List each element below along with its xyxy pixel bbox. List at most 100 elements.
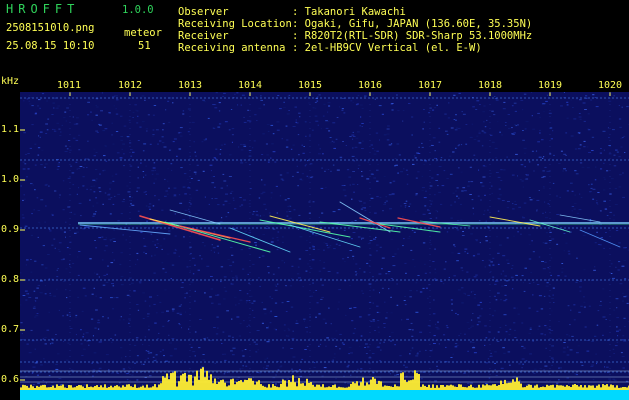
noise-speck <box>531 92 533 93</box>
noise-speck <box>579 118 582 120</box>
noise-speck <box>320 128 322 130</box>
noise-speck <box>173 187 177 189</box>
activity-bar <box>62 384 64 390</box>
activity-bar <box>330 387 332 390</box>
noise-speck <box>545 232 548 234</box>
noise-speck <box>536 199 540 201</box>
noise-speck <box>154 244 156 246</box>
noise-speck <box>404 304 407 306</box>
noise-speck <box>279 174 283 176</box>
noise-speck <box>594 266 596 268</box>
noise-speck <box>394 158 397 159</box>
noise-speck <box>457 314 459 316</box>
y-tick-0.7: 0.7 <box>1 324 20 335</box>
x-tick-1012: 1012 <box>118 80 143 91</box>
noise-speck <box>391 229 393 231</box>
activity-bar <box>244 379 246 390</box>
noise-speck <box>363 271 366 273</box>
noise-speck <box>241 360 243 361</box>
noise-speck <box>168 320 170 321</box>
noise-speck <box>577 382 579 384</box>
noise-speck <box>435 210 438 212</box>
noise-speck <box>375 250 378 252</box>
noise-speck <box>44 166 46 168</box>
noise-speck <box>497 121 499 123</box>
noise-speck <box>548 328 551 330</box>
noise-speck <box>228 129 231 131</box>
noise-speck <box>238 335 241 337</box>
noise-speck <box>26 98 29 100</box>
noise-speck <box>576 257 578 259</box>
noise-speck <box>347 364 350 366</box>
noise-speck <box>136 304 139 305</box>
noise-speck <box>31 105 34 107</box>
noise-speck <box>406 183 409 185</box>
noise-speck <box>266 365 269 367</box>
activity-bar <box>522 387 524 390</box>
noise-speck <box>579 193 581 195</box>
noise-speck <box>449 155 452 157</box>
noise-speck <box>148 329 150 331</box>
activity-bar <box>556 384 558 390</box>
noise-speck <box>415 355 419 357</box>
noise-speck <box>344 195 347 197</box>
noise-speck <box>94 327 97 329</box>
noise-speck <box>583 301 586 303</box>
noise-speck <box>190 281 194 283</box>
noise-speck <box>444 113 447 115</box>
noise-speck <box>112 285 115 287</box>
noise-speck <box>272 382 274 384</box>
noise-speck <box>454 226 456 228</box>
noise-speck <box>102 316 104 318</box>
noise-speck <box>550 274 552 276</box>
noise-speck <box>266 327 269 329</box>
noise-speck <box>38 135 40 137</box>
activity-bar <box>418 374 420 390</box>
noise-speck <box>360 368 363 370</box>
noise-speck <box>352 255 355 257</box>
noise-speck <box>356 103 359 105</box>
noise-speck <box>450 357 453 358</box>
hrofft-window: HROFFT 1.0.0 25081510l0.png meteor 25.08… <box>0 0 629 400</box>
noise-speck <box>362 207 364 208</box>
noise-speck <box>586 146 589 148</box>
noise-speck <box>368 363 371 365</box>
noise-speck <box>48 375 51 377</box>
noise-speck <box>385 200 388 202</box>
noise-speck <box>470 291 472 293</box>
app-version: 1.0.0 <box>122 4 154 16</box>
noise-speck <box>321 167 323 169</box>
noise-speck <box>525 360 527 362</box>
noise-speck <box>137 166 139 168</box>
noise-speck <box>571 335 574 337</box>
noise-speck <box>129 165 133 167</box>
noise-speck <box>514 124 517 126</box>
noise-speck <box>467 350 469 352</box>
noise-speck <box>357 94 360 96</box>
noise-speck <box>222 204 225 206</box>
noise-speck <box>495 280 497 282</box>
spectrogram[interactable] <box>20 92 629 400</box>
noise-speck <box>71 172 75 174</box>
noise-speck <box>176 155 178 157</box>
noise-speck <box>435 326 439 328</box>
activity-bar <box>370 379 372 390</box>
noise-speck <box>455 312 457 314</box>
noise-speck <box>97 319 100 321</box>
noise-speck <box>511 133 514 135</box>
noise-speck <box>179 135 183 137</box>
activity-bar <box>458 384 460 390</box>
noise-speck <box>548 268 551 270</box>
noise-speck <box>67 342 70 344</box>
noise-speck <box>112 360 115 362</box>
noise-speck <box>484 126 487 128</box>
noise-speck <box>131 197 134 199</box>
noise-speck <box>145 193 147 195</box>
noise-speck <box>142 171 145 172</box>
noise-speck <box>255 214 259 216</box>
activity-bar <box>472 387 474 390</box>
activity-bar <box>624 387 626 390</box>
noise-speck <box>378 105 382 107</box>
noise-speck <box>78 167 81 169</box>
noise-speck <box>89 199 91 201</box>
